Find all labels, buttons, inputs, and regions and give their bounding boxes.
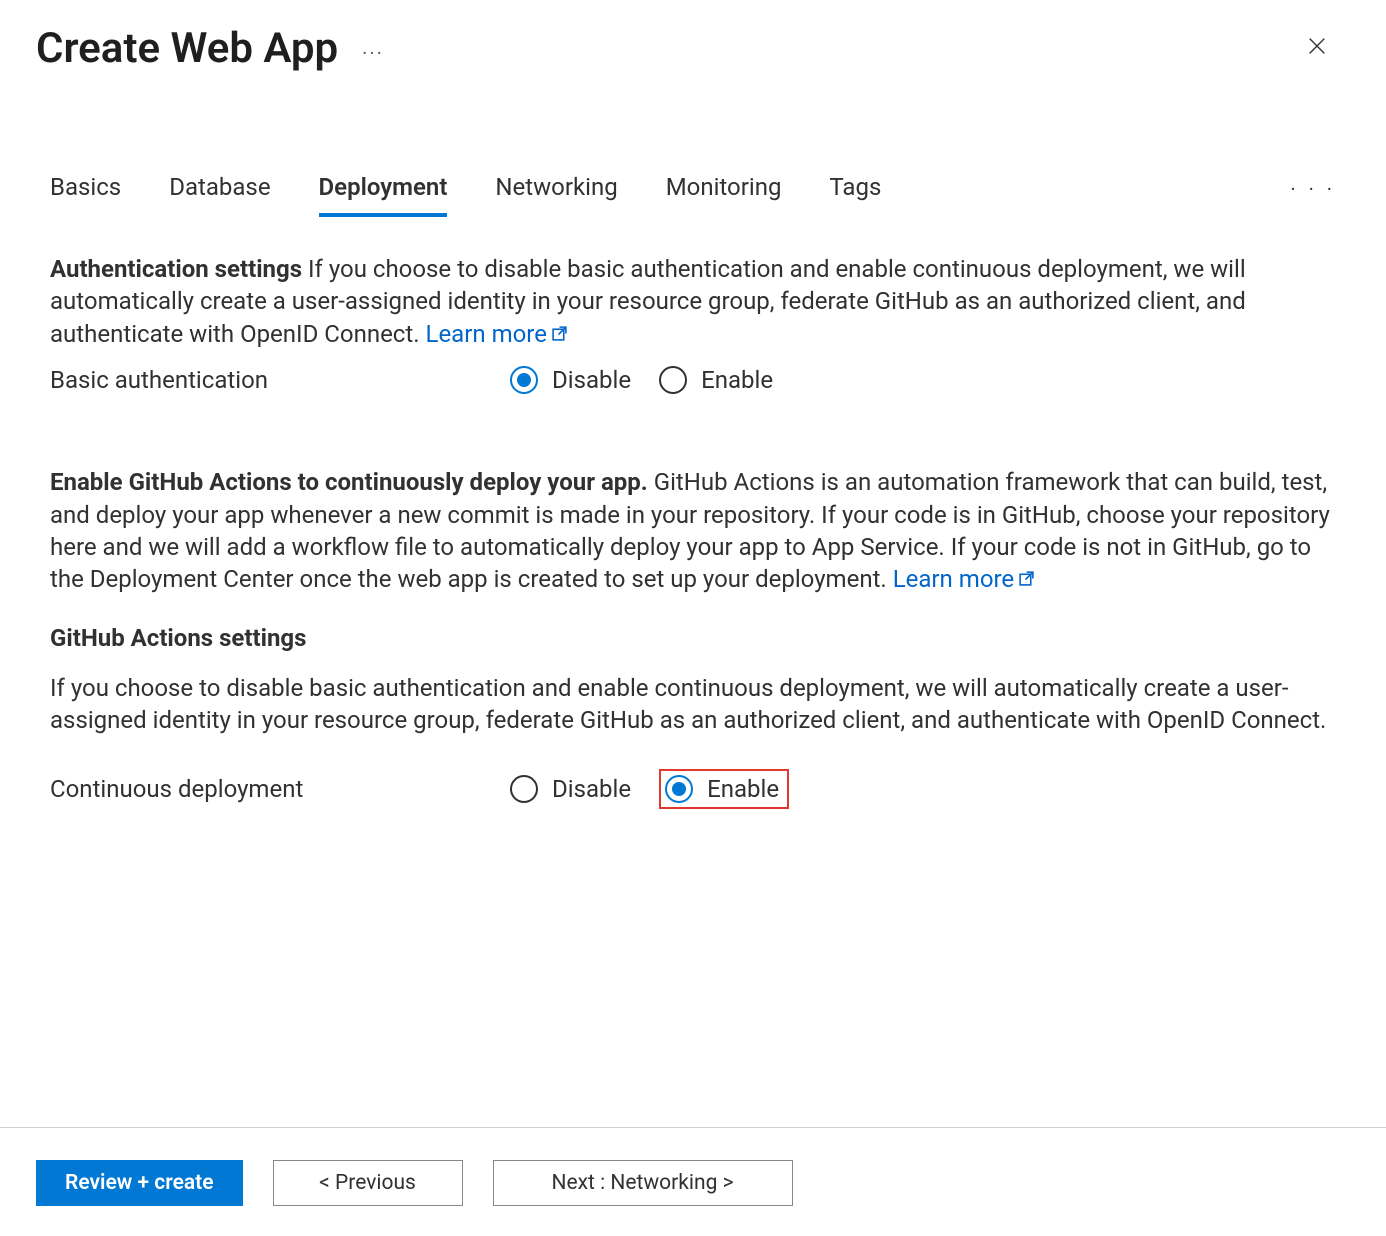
gha-settings-heading: GitHub Actions settings (50, 624, 1336, 652)
tab-monitoring[interactable]: Monitoring (666, 173, 782, 217)
more-options-icon[interactable]: ··· (362, 35, 384, 63)
radio-icon (510, 366, 538, 394)
radio-label: Disable (552, 775, 631, 803)
continuous-deployment-radio-group: Disable Enable (510, 769, 789, 809)
tabs-list: Basics Database Deployment Networking Mo… (50, 173, 881, 217)
tab-database[interactable]: Database (169, 173, 270, 217)
radio-label: Enable (701, 366, 773, 394)
basic-auth-disable-option[interactable]: Disable (510, 366, 631, 394)
review-create-button[interactable]: Review + create (36, 1160, 243, 1206)
tabs-overflow-icon[interactable]: · · · (1290, 177, 1336, 213)
continuous-deployment-row: Continuous deployment Disable Enable (50, 769, 1336, 809)
close-icon[interactable] (1298, 27, 1336, 70)
external-link-icon (1018, 563, 1035, 595)
content: Authentication settings If you choose to… (0, 217, 1386, 809)
tab-networking[interactable]: Networking (495, 173, 617, 217)
auth-heading: Authentication settings (50, 255, 302, 283)
radio-icon (659, 366, 687, 394)
auth-learn-more-link[interactable]: Learn more (426, 320, 568, 348)
basic-auth-radio-group: Disable Enable (510, 366, 773, 394)
gha-learn-more-link[interactable]: Learn more (893, 565, 1035, 593)
gha-sub-body: If you choose to disable basic authentic… (50, 672, 1336, 737)
auth-section-text: Authentication settings If you choose to… (50, 253, 1336, 350)
external-link-icon (551, 318, 568, 350)
header: Create Web App ··· (0, 0, 1386, 73)
basic-auth-label: Basic authentication (50, 366, 510, 394)
gha-section-text: Enable GitHub Actions to continuously de… (50, 466, 1336, 596)
radio-icon (665, 775, 693, 803)
gha-heading: Enable GitHub Actions to continuously de… (50, 468, 648, 496)
page-title: Create Web App (36, 24, 338, 73)
tab-deployment[interactable]: Deployment (319, 173, 448, 217)
title-row: Create Web App ··· (36, 24, 384, 73)
continuous-deployment-label: Continuous deployment (50, 775, 510, 803)
basic-auth-enable-option[interactable]: Enable (659, 366, 773, 394)
tab-tags[interactable]: Tags (829, 173, 881, 217)
radio-icon (510, 775, 538, 803)
next-button[interactable]: Next : Networking > (493, 1160, 793, 1206)
basic-auth-row: Basic authentication Disable Enable (50, 366, 1336, 394)
radio-label: Enable (707, 775, 779, 803)
continuous-deployment-enable-option[interactable]: Enable (659, 769, 789, 809)
radio-label: Disable (552, 366, 631, 394)
footer: Review + create < Previous Next : Networ… (36, 1160, 793, 1206)
tab-basics[interactable]: Basics (50, 173, 121, 217)
footer-divider (0, 1127, 1386, 1128)
previous-button[interactable]: < Previous (273, 1160, 463, 1206)
continuous-deployment-disable-option[interactable]: Disable (510, 775, 631, 803)
tabs: Basics Database Deployment Networking Mo… (0, 133, 1386, 217)
